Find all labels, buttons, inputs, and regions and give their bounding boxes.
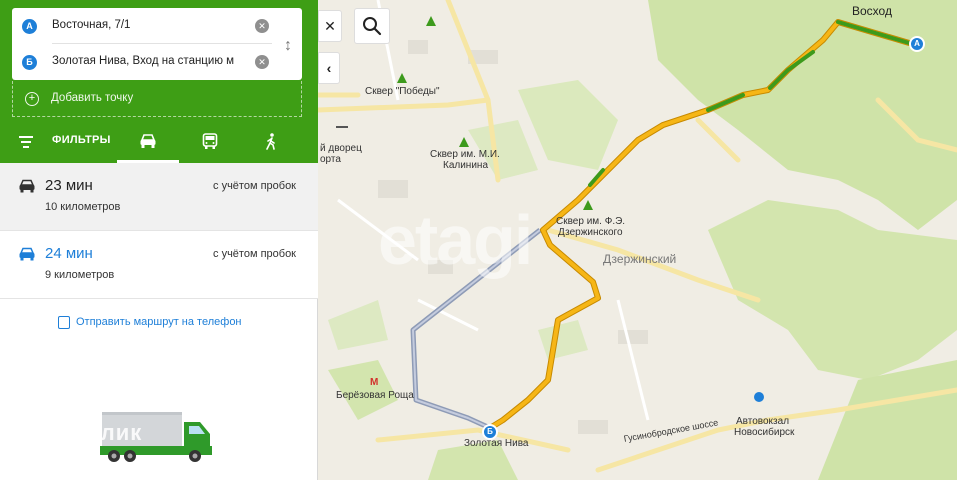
tab-walk[interactable] [242,121,304,163]
route-form-header: А Восточная, 7/1 ✕ Б Золотая Нива, Вход … [0,0,318,163]
add-point-row[interactable]: + Добавить точку [12,81,302,117]
clear-point-b-icon[interactable]: ✕ [255,55,269,69]
swap-points-icon[interactable]: ↕ [280,36,296,56]
filter-icon [19,136,33,148]
route-traffic-note: с учётом пробок [213,248,296,260]
walk-icon [266,133,275,150]
map-label-skver-pobedy: Сквер "Победы" [365,86,440,97]
map-label-dvorec-2: орта [320,154,341,165]
point-b-row[interactable]: Б Золотая Нива, Вход на станцию м ✕ [12,44,302,80]
clear-point-a-icon[interactable]: ✕ [255,19,269,33]
map-label-avtovokzal-1: Автовокзал [736,416,790,427]
map-label-dzerzhinsky: Дзержинский [603,252,677,266]
tab-bus[interactable] [180,121,242,163]
search-icon [363,17,382,36]
point-a-input[interactable]: Восточная, 7/1 [52,19,252,31]
route-option-1[interactable]: 23 мин 10 километров с учётом пробок [0,163,318,231]
car-icon [19,247,35,261]
point-b-badge: Б [22,55,37,70]
close-panel-icon[interactable]: ✕ [318,10,342,42]
point-b-input[interactable]: Золотая Нива, Вход на станцию м [52,55,252,67]
transport-tabs: ФИЛЬТРЫ [0,121,318,163]
etagi-watermark: etagi [378,201,533,279]
map-label-dvorec-1: й дворец [320,143,362,154]
map-label-voshod: Восход [852,4,892,18]
map-view[interactable]: М etagi Восход Сквер "Победы" Сквер им. … [318,0,957,480]
tab-car[interactable] [117,121,179,163]
plus-circle-icon: + [25,92,39,106]
map-marker-b[interactable]: Б [482,424,498,440]
add-point-label: Добавить точку [51,92,134,104]
map-marker-a[interactable]: А [909,36,925,52]
route-distance: 10 километров [45,201,121,213]
map-label-berezovaya-roscha: Берёзовая Роща [336,390,414,401]
map-label-skver-dzerzh-1: Сквер им. Ф.Э. [556,216,626,227]
svg-text:М: М [370,377,378,388]
domclick-watermark: ДомКлик [38,420,143,445]
route-option-2[interactable]: 24 мин 9 километров с учётом пробок [0,231,318,299]
map-label-skver-kalinina-1: Сквер им. М.И. [430,149,500,160]
car-icon [140,134,156,148]
route-traffic-note: с учётом пробок [213,180,296,192]
car-icon [19,179,35,193]
bus-icon [202,133,218,149]
point-a-badge: А [22,19,37,34]
collapse-panel-icon[interactable]: ‹ [318,52,340,84]
map-label-skver-kalinina-2: Калинина [443,160,488,171]
send-to-phone-label: Отправить маршрут на телефон [76,316,242,328]
map-label-zolotaya-niva: Золотая Нива [464,438,529,449]
route-time: 23 мин [45,177,93,194]
phone-send-icon [58,316,70,329]
point-a-row[interactable]: А Восточная, 7/1 ✕ [12,8,302,44]
map-label-avtovokzal-2: Новосибирск [734,427,795,438]
map-search-button[interactable] [354,8,390,44]
map-label-skver-dzerzh-2: Дзержинского [558,227,623,238]
filters-label: ФИЛЬТРЫ [52,134,111,146]
route-points-card: А Восточная, 7/1 ✕ Б Золотая Нива, Вход … [12,8,302,80]
route-panel: А Восточная, 7/1 ✕ Б Золотая Нива, Вход … [0,0,318,480]
route-distance: 9 километров [45,269,115,281]
route-time: 24 мин [45,245,93,262]
